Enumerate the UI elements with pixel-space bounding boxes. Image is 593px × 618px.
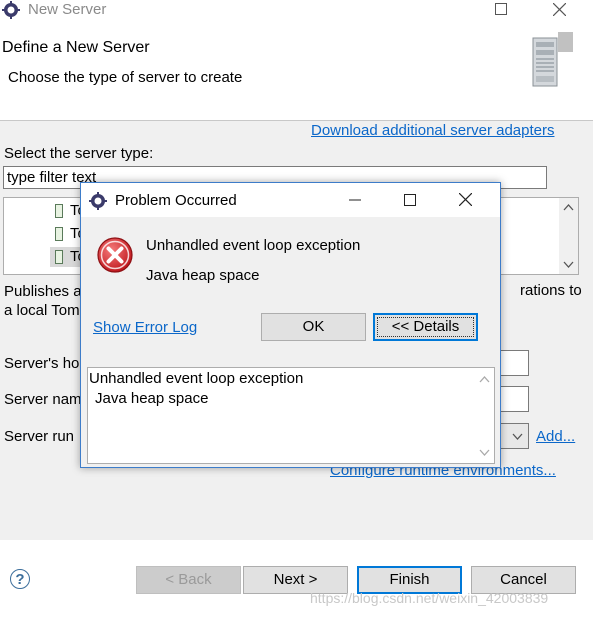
eclipse-gear-icon xyxy=(2,1,20,19)
server-item-icon xyxy=(55,227,63,241)
close-button[interactable] xyxy=(538,0,582,20)
scroll-down-icon[interactable] xyxy=(563,261,574,268)
dialog-maximize-button[interactable] xyxy=(386,183,432,217)
minimize-icon xyxy=(349,199,361,201)
add-runtime-link[interactable]: Add... xyxy=(536,428,575,445)
chevron-down-icon xyxy=(512,433,523,440)
server-name-input[interactable] xyxy=(500,386,529,412)
back-button[interactable]: < Back xyxy=(136,566,241,594)
server-item-icon xyxy=(55,250,63,264)
wizard-subtitle: Choose the type of server to create xyxy=(8,69,243,86)
ok-button[interactable]: OK xyxy=(261,313,366,341)
window-title: New Server xyxy=(28,1,107,18)
server-runtime-label: Server run xyxy=(4,428,75,445)
maximize-icon xyxy=(404,194,416,206)
server-tower-icon xyxy=(532,37,558,87)
tree-scrollbar[interactable] xyxy=(559,198,578,274)
host-name-label: Server's ho xyxy=(4,355,80,372)
eclipse-gear-icon xyxy=(89,192,107,210)
details-scrollbar[interactable] xyxy=(476,369,493,462)
close-icon xyxy=(459,193,472,206)
maximize-button[interactable] xyxy=(479,0,523,20)
details-text-area[interactable]: Unhandled event loop exception Java heap… xyxy=(87,367,495,464)
server-type-label: Select the server type: xyxy=(4,145,154,162)
error-message: Unhandled event loop exception xyxy=(146,237,361,254)
dialog-titlebar: Problem Occurred xyxy=(81,183,500,217)
scroll-up-icon[interactable] xyxy=(479,376,490,383)
show-error-log-link[interactable]: Show Error Log xyxy=(93,319,197,336)
help-icon[interactable]: ? xyxy=(10,569,30,589)
error-reason: Java heap space xyxy=(146,267,260,284)
details-line: Java heap space xyxy=(95,390,209,407)
dialog-close-button[interactable] xyxy=(443,183,489,217)
download-adapters-link[interactable]: Download additional server adapters xyxy=(311,122,554,139)
close-icon xyxy=(553,3,566,16)
host-name-input[interactable] xyxy=(500,350,529,376)
watermark: https://blog.csdn.net/weixin_42003839 xyxy=(310,590,549,606)
scroll-up-icon[interactable] xyxy=(563,204,574,211)
error-x-icon xyxy=(97,237,133,273)
dialog-title: Problem Occurred xyxy=(115,192,237,209)
tree-scroll-thumb[interactable] xyxy=(558,32,573,52)
wizard-title: Define a New Server xyxy=(2,39,150,56)
problem-dialog: Problem Occurred Unhandled event loop ex… xyxy=(80,182,501,468)
details-line: Unhandled event loop exception xyxy=(89,370,304,387)
server-name-label: Server nam xyxy=(4,391,82,408)
server-item-icon xyxy=(55,204,63,218)
maximize-icon xyxy=(495,3,507,15)
window-titlebar: New Server xyxy=(0,0,593,22)
description-line-fragment: rations to xyxy=(520,282,582,299)
dialog-minimize-button[interactable] xyxy=(333,183,379,217)
details-button[interactable]: << Details xyxy=(373,313,478,341)
scroll-down-icon[interactable] xyxy=(479,449,490,456)
runtime-select[interactable] xyxy=(500,423,529,449)
wizard-banner: Define a New Server Choose the type of s… xyxy=(0,24,593,120)
